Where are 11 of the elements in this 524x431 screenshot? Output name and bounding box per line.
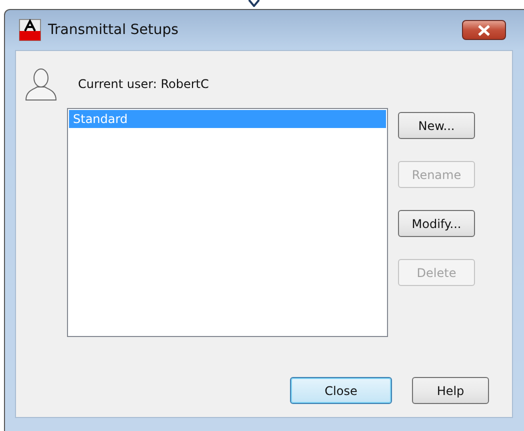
- close-icon: [477, 24, 491, 36]
- user-icon: [23, 66, 59, 102]
- dialog-button[interactable]: Close: [290, 377, 392, 404]
- dialog-button[interactable]: Modify...: [398, 210, 475, 237]
- caret-icon: [248, 0, 260, 7]
- dialog-button[interactable]: New...: [398, 112, 475, 139]
- close-button[interactable]: [462, 20, 506, 40]
- app-icon: [19, 19, 41, 41]
- dialog-button[interactable]: Help: [412, 377, 489, 404]
- window-title: Transmittal Setups: [48, 22, 180, 38]
- current-user-label: Current user: RobertC: [78, 77, 209, 91]
